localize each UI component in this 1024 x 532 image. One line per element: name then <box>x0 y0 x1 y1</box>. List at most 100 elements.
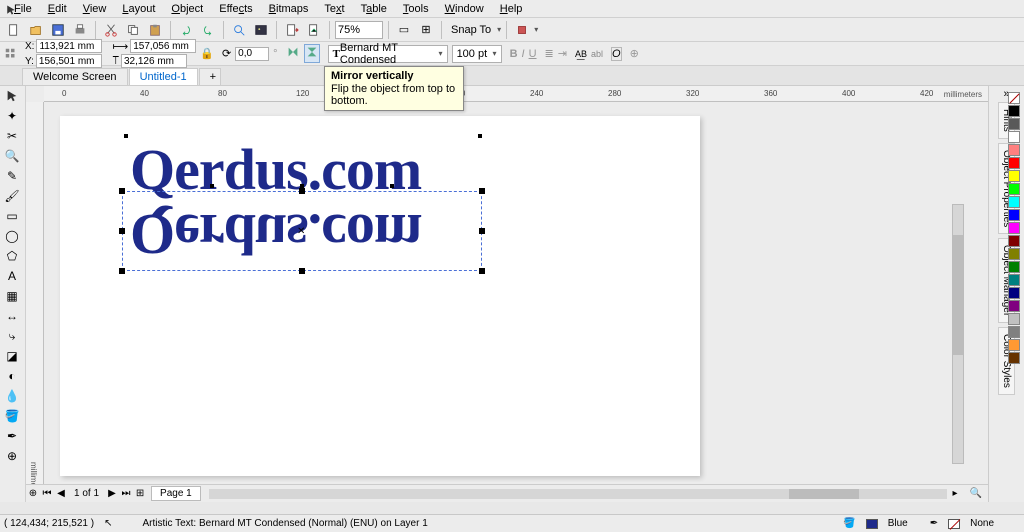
text-tool[interactable]: A <box>0 266 24 286</box>
h-scroll-thumb[interactable] <box>789 489 859 499</box>
swatch[interactable] <box>1008 222 1020 234</box>
italic-o-button[interactable]: O <box>611 47 622 61</box>
export-button[interactable] <box>282 20 302 40</box>
snap-toggle[interactable]: ⊞ <box>416 20 436 40</box>
swatch[interactable] <box>1008 248 1020 260</box>
swatch[interactable] <box>1008 339 1020 351</box>
angle-input[interactable] <box>235 47 269 61</box>
dot-handle[interactable] <box>390 184 394 188</box>
swatch[interactable] <box>1008 352 1020 364</box>
menu-help[interactable]: Help <box>492 1 531 17</box>
swatch[interactable] <box>1008 209 1020 221</box>
polygon-tool[interactable]: ⬠ <box>0 246 24 266</box>
width-input[interactable] <box>130 39 196 53</box>
transparency-tool[interactable]: ◐ <box>0 366 24 386</box>
artistic-media-tool[interactable]: 🖌 <box>0 186 24 206</box>
handle-e[interactable] <box>479 228 485 234</box>
swatch[interactable] <box>1008 261 1020 273</box>
pick-tool-icon[interactable] <box>0 0 22 20</box>
handle-se[interactable] <box>479 268 485 274</box>
dimension-tool[interactable]: ↔ <box>0 306 24 326</box>
font-size-combo[interactable]: 100 pt ▾ <box>452 45 502 63</box>
fill-swatch[interactable] <box>866 519 878 529</box>
add-button[interactable]: ⊕ <box>630 47 639 60</box>
page-last[interactable]: ⏭ <box>119 488 133 499</box>
page-prev[interactable]: ◀ <box>54 488 68 499</box>
add-tool[interactable]: ⊕ <box>0 446 24 466</box>
snap-to-label[interactable]: Snap To <box>447 24 495 36</box>
zoom-combo[interactable] <box>335 21 383 39</box>
text-abl-button[interactable]: abl <box>591 49 603 59</box>
swatch[interactable] <box>1008 235 1020 247</box>
dot-handle[interactable] <box>300 184 304 188</box>
dot-handle[interactable] <box>478 134 482 138</box>
lock-ratio-button[interactable]: 🔒 <box>200 47 214 60</box>
swatch[interactable] <box>1008 118 1020 130</box>
handle-nw[interactable] <box>119 188 125 194</box>
mirror-v-button[interactable] <box>304 44 320 63</box>
menu-effects[interactable]: Effects <box>211 1 260 17</box>
new-button[interactable] <box>4 20 24 40</box>
swatch[interactable] <box>1008 274 1020 286</box>
height-input[interactable] <box>121 54 187 68</box>
eyedropper-tool[interactable]: 💧 <box>0 386 24 406</box>
menu-view[interactable]: View <box>75 1 115 17</box>
freehand-tool[interactable]: ✎ <box>0 166 24 186</box>
page-first[interactable]: ⏮ <box>40 488 54 499</box>
handle-ne[interactable] <box>479 188 485 194</box>
add-fx-icon[interactable]: ⊕ <box>26 488 40 499</box>
publish-button[interactable] <box>304 20 324 40</box>
swatch-none[interactable] <box>1008 92 1020 104</box>
tab-untitled[interactable]: Untitled-1 <box>129 68 198 85</box>
italic-button[interactable]: I <box>522 48 525 60</box>
save-button[interactable] <box>48 20 68 40</box>
swatch[interactable] <box>1008 300 1020 312</box>
ellipse-tool[interactable]: ◯ <box>0 226 24 246</box>
tab-add[interactable]: + <box>199 68 221 85</box>
y-input[interactable] <box>36 54 102 68</box>
menu-layout[interactable]: Layout <box>114 1 163 17</box>
add-page[interactable]: ⊞ <box>133 488 147 499</box>
menu-tools[interactable]: Tools <box>395 1 437 17</box>
page-tab[interactable]: Page 1 <box>151 486 201 501</box>
dot-handle[interactable] <box>124 134 128 138</box>
swatch[interactable] <box>1008 183 1020 195</box>
swatch[interactable] <box>1008 287 1020 299</box>
paste-button[interactable] <box>145 20 165 40</box>
text-ab-button[interactable]: A͟B <box>575 49 587 59</box>
cut-button[interactable] <box>101 20 121 40</box>
outline-tool[interactable]: ✒ <box>0 426 24 446</box>
v-scroll-thumb[interactable] <box>953 235 963 355</box>
menu-bitmaps[interactable]: Bitmaps <box>261 1 317 17</box>
rectangle-tool[interactable]: ▭ <box>0 206 24 226</box>
zoom-fit-icon[interactable]: 🔍 <box>964 488 988 499</box>
font-combo[interactable]: T Bernard MT Condensed ▾ <box>328 45 448 63</box>
swatch[interactable] <box>1008 313 1020 325</box>
connector-tool[interactable]: ⤷ <box>0 326 24 346</box>
copy-button[interactable] <box>123 20 143 40</box>
swatch[interactable] <box>1008 131 1020 143</box>
menu-edit[interactable]: Edit <box>40 1 75 17</box>
menu-window[interactable]: Window <box>437 1 492 17</box>
handle-sw[interactable] <box>119 268 125 274</box>
underline-button[interactable]: U <box>529 48 537 60</box>
dot-handle[interactable] <box>210 184 214 188</box>
options-button[interactable] <box>512 20 532 40</box>
fullscreen-button[interactable]: ▭ <box>394 20 414 40</box>
print-button[interactable] <box>70 20 90 40</box>
pick-tool[interactable] <box>0 86 24 106</box>
outline-swatch[interactable] <box>948 519 960 529</box>
tab-welcome[interactable]: Welcome Screen <box>22 68 128 85</box>
handle-n[interactable] <box>299 188 305 194</box>
vertical-scrollbar[interactable] <box>952 204 964 464</box>
swatch[interactable] <box>1008 144 1020 156</box>
crop-tool[interactable]: ✂ <box>0 126 24 146</box>
open-button[interactable] <box>26 20 46 40</box>
x-input[interactable] <box>36 39 102 53</box>
handle-w[interactable] <box>119 228 125 234</box>
shape-tool[interactable]: ✦ <box>0 106 24 126</box>
indent-button[interactable]: ⇥ <box>558 47 567 60</box>
menu-object[interactable]: Object <box>163 1 211 17</box>
canvas-viewport[interactable]: Qerdus.com Qerdus.com ✕ <box>46 104 984 482</box>
drop-shadow-tool[interactable]: ◪ <box>0 346 24 366</box>
